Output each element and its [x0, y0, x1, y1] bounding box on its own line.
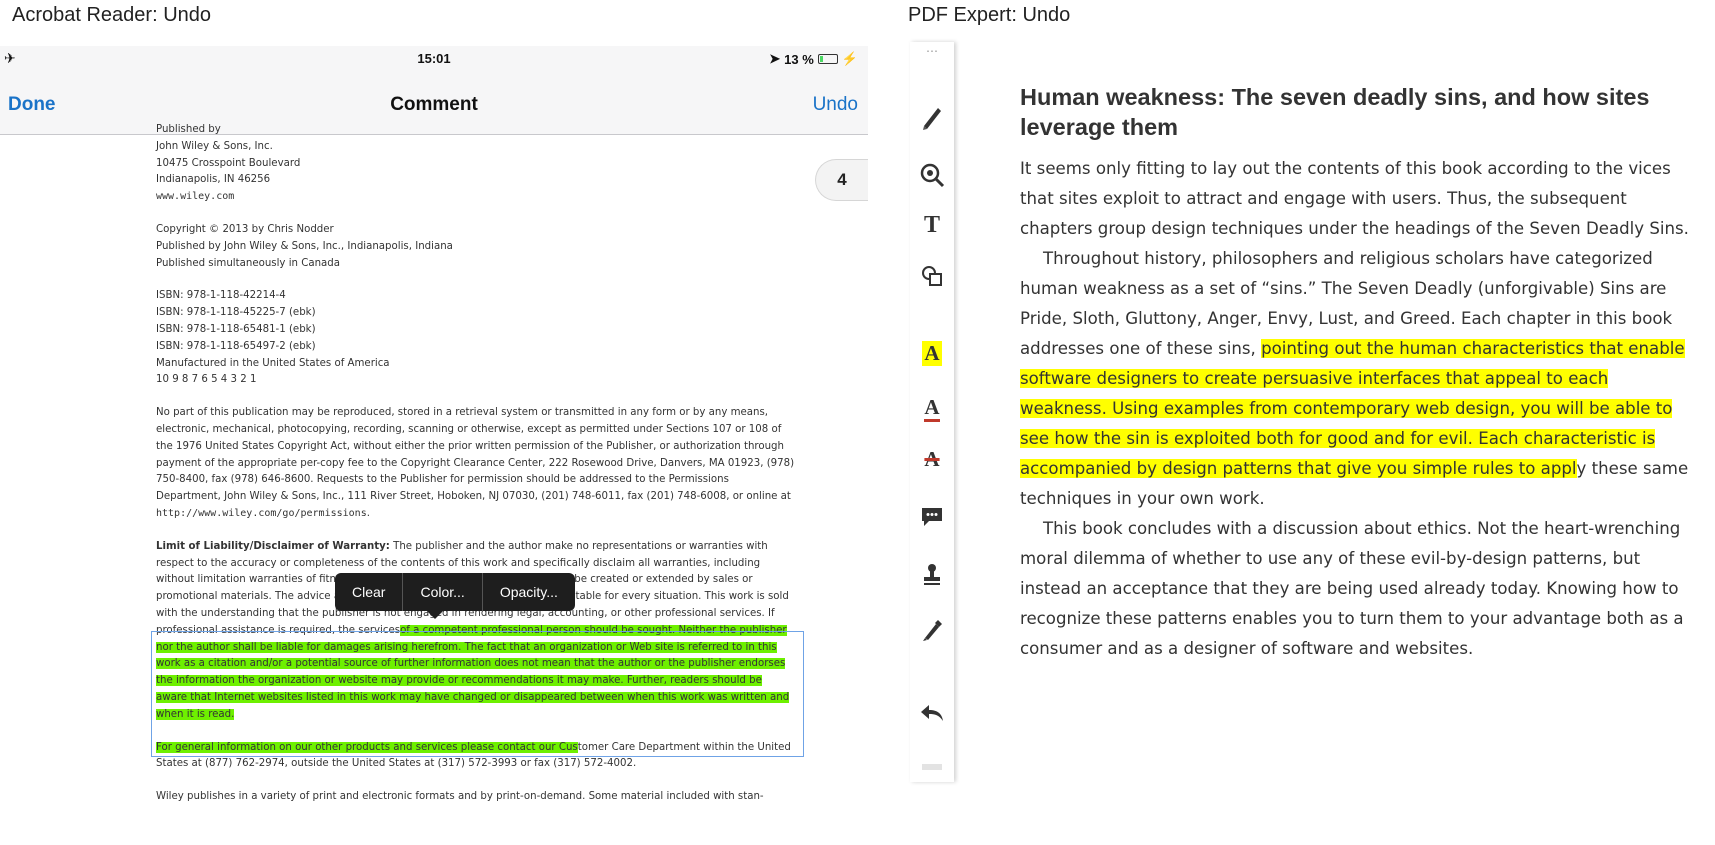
highlight-icon[interactable]: A	[910, 340, 954, 366]
zoom-icon[interactable]	[910, 162, 954, 194]
status-bar: ✈ 15:01 ➤ 13 % ⚡	[0, 46, 868, 70]
page-number-badge[interactable]: 4	[815, 159, 868, 201]
selection-box[interactable]	[151, 631, 804, 757]
undo-button[interactable]: Undo	[813, 94, 858, 116]
paragraph-1: It seems only fitting to lay out the con…	[1020, 159, 1689, 238]
underline-icon[interactable]: A	[910, 394, 954, 422]
doc-line: Published simultaneously in Canada	[156, 257, 340, 269]
battery-icon	[817, 54, 838, 64]
undo-icon[interactable]	[910, 702, 954, 730]
doc-line: 10475 Crosspoint Boulevard	[156, 157, 301, 169]
doc-line: ISBN: 978-1-118-42214-4	[156, 290, 286, 302]
stamp-icon[interactable]	[910, 562, 954, 592]
status-right: ➤ 13 % ⚡	[769, 51, 858, 67]
nav-title: Comment	[390, 94, 478, 115]
doc-line: Published by	[156, 124, 221, 135]
charging-icon: ⚡	[841, 51, 858, 66]
status-time: 15:01	[417, 51, 451, 66]
highlighted-text[interactable]: pointing out the human characteristics t…	[1020, 339, 1685, 478]
para-text: No part of this publication may be repro…	[156, 407, 795, 503]
doc-line: ISBN: 978-1-118-45225-7 (ebk)	[156, 307, 316, 319]
doc-line: ISBN: 978-1-118-65497-2 (ebk)	[156, 340, 316, 352]
doc-line: 10 9 8 7 6 5 4 3 2 1	[156, 374, 257, 386]
underline-glyph: A	[924, 395, 940, 422]
book-page: Human weakness: The seven deadly sins, a…	[1020, 82, 1700, 664]
text-icon[interactable]: T	[910, 212, 954, 239]
doc-line: Published by John Wiley & Sons, Inc., In…	[156, 240, 453, 252]
doc-line: John Wiley & Sons, Inc.	[156, 140, 273, 152]
battery-percent: 13 %	[784, 51, 814, 67]
color-button[interactable]: Color...	[403, 573, 483, 611]
doc-line: ISBN: 978-1-118-65481-1 (ebk)	[156, 323, 316, 335]
doc-line: Manufactured in the United States of Ame…	[156, 357, 390, 369]
shapes-icon[interactable]	[910, 264, 954, 294]
doc-line: Copyright © 2013 by Chris Nodder	[156, 223, 334, 235]
location-arrow-icon: ➤	[769, 51, 781, 66]
paragraph-3: This book concludes with a discussion ab…	[1020, 519, 1684, 658]
paragraph-2: Throughout history, philosophers and rel…	[1020, 244, 1700, 514]
left-caption: Acrobat Reader: Undo	[12, 4, 212, 26]
scroll-handle[interactable]	[910, 764, 954, 770]
clear-button[interactable]: Clear	[335, 573, 404, 611]
liability-title: Limit of Liability/Disclaimer of Warrant…	[156, 540, 390, 552]
comment-icon[interactable]	[910, 506, 954, 534]
highlight-context-menu: Clear Color... Opacity...	[335, 573, 575, 619]
right-caption: PDF Expert: Undo	[908, 4, 1071, 26]
highlight-glyph: A	[922, 341, 942, 366]
doc-line: Indianapolis, IN 46256	[156, 174, 271, 186]
page-body: It seems only fitting to lay out the con…	[1020, 154, 1700, 664]
opacity-button[interactable]: Opacity...	[483, 573, 575, 611]
doc-website: www.wiley.com	[156, 191, 235, 203]
annotation-toolbar: ⋯ T A A A	[910, 42, 954, 782]
pencil-icon[interactable]	[910, 102, 954, 138]
permissions-url: http://www.wiley.com/go/permissions	[156, 507, 367, 519]
page-heading: Human weakness: The seven deadly sins, a…	[1020, 84, 1650, 140]
strike-glyph: A	[924, 447, 940, 471]
signature-icon[interactable]	[910, 618, 954, 648]
doc-paragraph: No part of this publication may be repro…	[156, 407, 795, 519]
strikethrough-icon[interactable]: A	[910, 446, 954, 472]
more-icon[interactable]: ⋯	[910, 44, 954, 58]
doc-line: Wiley publishes in a variety of print an…	[156, 791, 764, 803]
